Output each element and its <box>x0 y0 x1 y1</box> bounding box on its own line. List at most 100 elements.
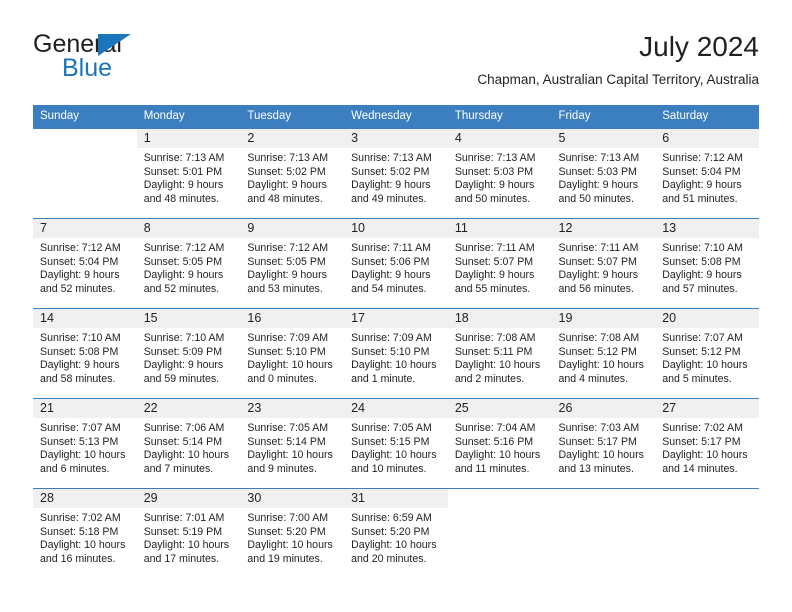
day-cell[interactable]: 11 Sunrise: 7:11 AM Sunset: 5:07 PM Dayligh… <box>447 219 552 308</box>
day-details: Sunrise: 7:05 AM Sunset: 5:14 PM Daylight:… <box>240 418 344 476</box>
day-details: Sunrise: 7:06 AM Sunset: 5:14 PM Daylight:… <box>137 418 241 476</box>
day-cell[interactable]: 19 Sunrise: 7:08 AM Sunset: 5:12 PM Dayligh… <box>551 309 656 398</box>
calendar-week-row: 14 Sunrise: 7:10 AM Sunset: 5:08 PM Dayligh… <box>33 308 759 399</box>
sunset-text: Sunset: 5:05 PM <box>247 255 326 268</box>
sunset-text: Sunset: 5:20 PM <box>247 525 326 538</box>
sunrise-text: Sunrise: 7:11 AM <box>454 242 535 254</box>
sunset-text: Sunset: 5:01 PM <box>143 165 223 178</box>
day-cell[interactable]: 5 Sunrise: 7:13 AM Sunset: 5:03 PM Daylight… <box>551 129 656 218</box>
day-cell[interactable]: 20 Sunrise: 7:07 AM Sunset: 5:12 PM Dayligh… <box>655 309 759 398</box>
daylight-text: Daylight: 10 hours <box>247 449 333 462</box>
day-cell[interactable]: 8 Sunrise: 7:12 AM Sunset: 5:05 PM Daylight… <box>136 219 241 308</box>
sunrise-text: Sunrise: 7:10 AM <box>40 332 121 344</box>
day-details: Sunrise: 7:07 AM Sunset: 5:12 PM Daylight:… <box>655 328 759 386</box>
day-cell[interactable]: 23 Sunrise: 7:05 AM Sunset: 5:14 PM Dayligh… <box>240 399 345 488</box>
day-cell[interactable]: 25 Sunrise: 7:04 AM Sunset: 5:16 PM Dayligh… <box>447 399 552 488</box>
page-subtitle: Chapman, Australian Capital Territory, A… <box>477 72 759 87</box>
day-details: Sunrise: 7:08 AM Sunset: 5:12 PM Daylight:… <box>552 328 656 386</box>
sunrise-text: Sunrise: 7:09 AM <box>351 332 432 344</box>
day-details: Sunrise: 7:12 AM Sunset: 5:05 PM Daylight:… <box>137 238 241 296</box>
sunset-text: Sunset: 5:12 PM <box>558 345 637 358</box>
day-number: 20 <box>655 309 759 328</box>
daylight-text: Daylight: 9 hours <box>454 179 535 192</box>
daylight-text: Daylight: 10 hours <box>247 359 333 372</box>
sunset-text: Sunset: 5:12 PM <box>662 345 741 358</box>
day-details: Sunrise: 7:09 AM Sunset: 5:10 PM Daylight:… <box>344 328 448 386</box>
day-cell[interactable]: 12 Sunrise: 7:11 AM Sunset: 5:07 PM Dayligh… <box>551 219 656 308</box>
page-header: General Blue July 2024 Chapman, Australi… <box>33 30 759 98</box>
day-number: 31 <box>344 489 448 508</box>
day-cell[interactable]: 1 Sunrise: 7:13 AM Sunset: 5:01 PM Daylight… <box>136 129 241 218</box>
day-cell[interactable]: 13 Sunrise: 7:10 AM Sunset: 5:08 PM Dayligh… <box>655 219 759 308</box>
day-details: Sunrise: 7:00 AM Sunset: 5:20 PM Daylight:… <box>240 508 344 566</box>
sunset-text: Sunset: 5:08 PM <box>40 345 119 358</box>
sunrise-text: Sunrise: 7:08 AM <box>454 332 536 344</box>
daylight-text: Daylight: 9 hours <box>351 269 431 282</box>
day-details: Sunrise: 7:13 AM Sunset: 5:02 PM Daylight:… <box>344 148 448 206</box>
day-cell[interactable]: 9 Sunrise: 7:12 AM Sunset: 5:05 PM Daylight… <box>240 219 345 308</box>
daylight-text: Daylight: 10 hours <box>40 539 126 552</box>
sunrise-text: Sunrise: 7:05 AM <box>351 422 432 434</box>
day-cell[interactable]: 2 Sunrise: 7:13 AM Sunset: 5:02 PM Daylight… <box>240 129 345 218</box>
day-cell[interactable]: 30 Sunrise: 7:00 AM Sunset: 5:20 PM Dayligh… <box>240 489 345 578</box>
day-cell[interactable]: 14 Sunrise: 7:10 AM Sunset: 5:08 PM Dayligh… <box>33 309 137 398</box>
sunrise-text: Sunrise: 7:02 AM <box>40 512 121 524</box>
sunset-text: Sunset: 5:18 PM <box>40 525 119 538</box>
day-cell[interactable]: 18 Sunrise: 7:08 AM Sunset: 5:11 PM Dayligh… <box>447 309 552 398</box>
day-cell[interactable]: 26 Sunrise: 7:03 AM Sunset: 5:17 PM Dayligh… <box>551 399 656 488</box>
day-number: 4 <box>447 129 552 148</box>
sunrise-text: Sunrise: 7:13 AM <box>143 152 225 164</box>
daylight-text: and 5 minutes. <box>662 372 732 385</box>
day-cell[interactable]: 29 Sunrise: 7:01 AM Sunset: 5:19 PM Dayligh… <box>136 489 241 578</box>
day-cell[interactable]: 17 Sunrise: 7:09 AM Sunset: 5:10 PM Dayligh… <box>344 309 448 398</box>
daylight-text: and 11 minutes. <box>454 462 530 475</box>
day-number: 3 <box>344 129 448 148</box>
day-number <box>33 129 137 148</box>
day-cell-empty <box>552 489 656 578</box>
daylight-text: Daylight: 10 hours <box>454 359 541 372</box>
day-number: 2 <box>240 129 345 148</box>
daylight-text: and 53 minutes. <box>247 282 323 295</box>
daylight-text: Daylight: 9 hours <box>143 269 224 282</box>
day-number: 19 <box>551 309 656 328</box>
day-details: Sunrise: 7:03 AM Sunset: 5:17 PM Daylight:… <box>552 418 656 476</box>
day-cell[interactable]: 27 Sunrise: 7:02 AM Sunset: 5:17 PM Dayligh… <box>655 399 759 488</box>
sunset-text: Sunset: 5:17 PM <box>558 435 637 448</box>
day-number: 27 <box>655 399 759 418</box>
sunset-text: Sunset: 5:10 PM <box>351 345 430 358</box>
day-number <box>448 489 552 508</box>
daylight-text: and 20 minutes. <box>351 552 427 565</box>
title-block: July 2024 Chapman, Australian Capital Te… <box>477 30 759 88</box>
day-cell[interactable]: 21 Sunrise: 7:07 AM Sunset: 5:13 PM Dayligh… <box>33 399 137 488</box>
day-number: 11 <box>447 219 552 238</box>
daylight-text: and 52 minutes. <box>40 282 116 295</box>
day-cell[interactable]: 22 Sunrise: 7:06 AM Sunset: 5:14 PM Dayligh… <box>136 399 241 488</box>
day-details: Sunrise: 7:13 AM Sunset: 5:03 PM Daylight:… <box>448 148 552 206</box>
daylight-text: and 19 minutes. <box>247 552 323 565</box>
day-cell[interactable]: 16 Sunrise: 7:09 AM Sunset: 5:10 PM Dayligh… <box>240 309 345 398</box>
day-number: 25 <box>447 399 552 418</box>
day-cell[interactable]: 28 Sunrise: 7:02 AM Sunset: 5:18 PM Dayligh… <box>33 489 137 578</box>
sunrise-text: Sunrise: 7:12 AM <box>662 152 743 164</box>
day-details: Sunrise: 7:13 AM Sunset: 5:02 PM Daylight:… <box>240 148 344 206</box>
day-cell[interactable]: 4 Sunrise: 7:13 AM Sunset: 5:03 PM Daylight… <box>447 129 552 218</box>
day-number: 14 <box>33 309 137 328</box>
triangle-icon <box>98 34 131 56</box>
daylight-text: and 51 minutes. <box>662 192 738 205</box>
sunset-text: Sunset: 5:06 PM <box>351 255 430 268</box>
day-cell[interactable]: 3 Sunrise: 7:13 AM Sunset: 5:02 PM Daylight… <box>344 129 448 218</box>
day-cell[interactable]: 24 Sunrise: 7:05 AM Sunset: 5:15 PM Dayligh… <box>344 399 448 488</box>
daylight-text: Daylight: 9 hours <box>662 269 742 282</box>
daylight-text: and 1 minute. <box>351 372 416 385</box>
day-details: Sunrise: 7:02 AM Sunset: 5:17 PM Daylight:… <box>655 418 759 476</box>
sunrise-text: Sunrise: 7:04 AM <box>454 422 536 434</box>
daylight-text: and 49 minutes. <box>351 192 427 205</box>
day-cell[interactable]: 6 Sunrise: 7:12 AM Sunset: 5:04 PM Daylight… <box>655 129 759 218</box>
general-blue-logo[interactable]: General Blue <box>33 30 273 86</box>
day-cell[interactable]: 31 Sunrise: 6:59 AM Sunset: 5:20 PM Dayligh… <box>344 489 448 578</box>
day-details: Sunrise: 7:13 AM Sunset: 5:01 PM Daylight:… <box>137 148 241 206</box>
day-cell[interactable]: 15 Sunrise: 7:10 AM Sunset: 5:09 PM Dayligh… <box>136 309 241 398</box>
day-cell[interactable]: 10 Sunrise: 7:11 AM Sunset: 5:06 PM Dayligh… <box>344 219 448 308</box>
daylight-text: and 17 minutes. <box>143 552 220 565</box>
day-cell[interactable]: 7 Sunrise: 7:12 AM Sunset: 5:04 PM Daylight… <box>33 219 137 308</box>
